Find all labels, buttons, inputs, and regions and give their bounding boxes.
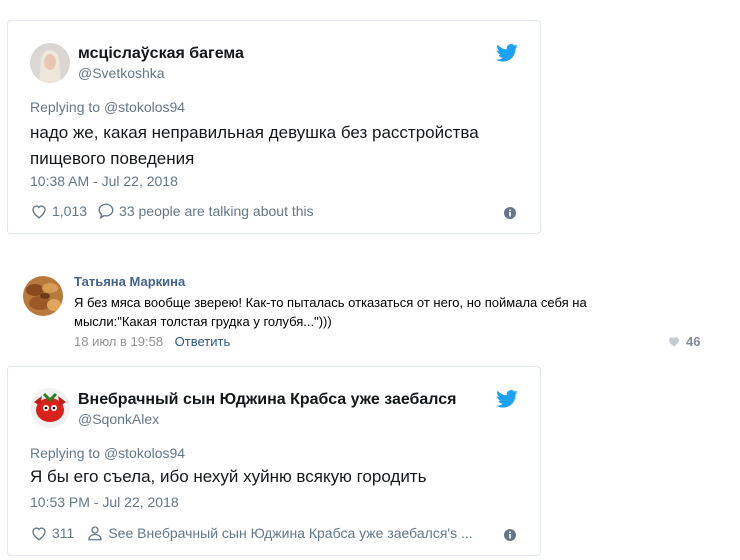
replying-to: Replying to @stokolos94 — [30, 99, 185, 115]
tweet-timestamp[interactable]: 10:38 AM - Jul 22, 2018 — [30, 173, 178, 189]
author-handle[interactable]: @Svetkoshka — [78, 65, 165, 81]
person-icon[interactable] — [86, 524, 104, 542]
author-name[interactable]: Татьяна Маркина — [74, 274, 185, 289]
replying-to: Replying to @stokolos94 — [30, 445, 185, 461]
comment-date[interactable]: 18 июл в 19:58 — [74, 334, 163, 349]
replying-to-link[interactable]: @stokolos94 — [104, 445, 185, 461]
see-profile-link[interactable]: See Внебрачный сын Юджина Крабса уже зае… — [108, 525, 472, 541]
author-name[interactable]: Внебрачный сын Юджина Крабса уже заебалс… — [78, 391, 457, 409]
heart-icon — [669, 337, 679, 347]
replying-to-link[interactable]: @stokolos94 — [104, 99, 185, 115]
like-button[interactable]: 46 — [668, 334, 700, 349]
tweet-actions: 1,013 33 people are talking about this — [30, 201, 314, 221]
tweet-card-2: Внебрачный сын Юджина Крабса уже заебалс… — [7, 366, 541, 556]
avatar[interactable] — [23, 276, 63, 316]
heart-icon[interactable] — [30, 524, 48, 542]
tweet-text: Я бы его съела, ибо нехуй хуйню всякую г… — [30, 467, 427, 486]
comment-meta: 18 июл в 19:58 Ответить — [74, 334, 230, 349]
avatar[interactable] — [30, 388, 70, 428]
twitter-bird-icon[interactable] — [496, 44, 518, 62]
tweet-text: надо же, какая неправильная девушка без … — [30, 123, 479, 168]
info-icon[interactable] — [504, 207, 516, 219]
like-count[interactable]: 311 — [52, 525, 74, 541]
talking-link[interactable]: 33 people are talking about this — [119, 203, 314, 219]
avatar[interactable] — [30, 43, 70, 83]
heart-icon[interactable] — [30, 202, 48, 220]
author-name[interactable]: мсціслаўская багема — [78, 45, 244, 63]
like-count[interactable]: 1,013 — [52, 203, 87, 219]
author-handle[interactable]: @SqonkAlex — [78, 411, 159, 427]
reply-link[interactable]: Ответить — [175, 334, 231, 349]
tweet-card-1: мсціслаўская багема @Svetkoshka Replying… — [7, 20, 541, 234]
comment-text: Я без мяса вообще зверею! Как-то пыталас… — [74, 295, 587, 329]
like-count: 46 — [686, 334, 701, 349]
vk-comment: Татьяна Маркина Я без мяса вообще зверею… — [0, 262, 740, 358]
replying-prefix: Replying to — [30, 99, 101, 115]
info-icon[interactable] — [504, 529, 516, 541]
tweet-timestamp[interactable]: 10:53 PM - Jul 22, 2018 — [30, 494, 179, 510]
tweet-actions: 311 See Внебрачный сын Юджина Крабса уже… — [30, 523, 500, 543]
twitter-bird-icon[interactable] — [496, 390, 518, 408]
replying-prefix: Replying to — [30, 445, 101, 461]
speech-bubble-icon[interactable] — [97, 202, 115, 220]
